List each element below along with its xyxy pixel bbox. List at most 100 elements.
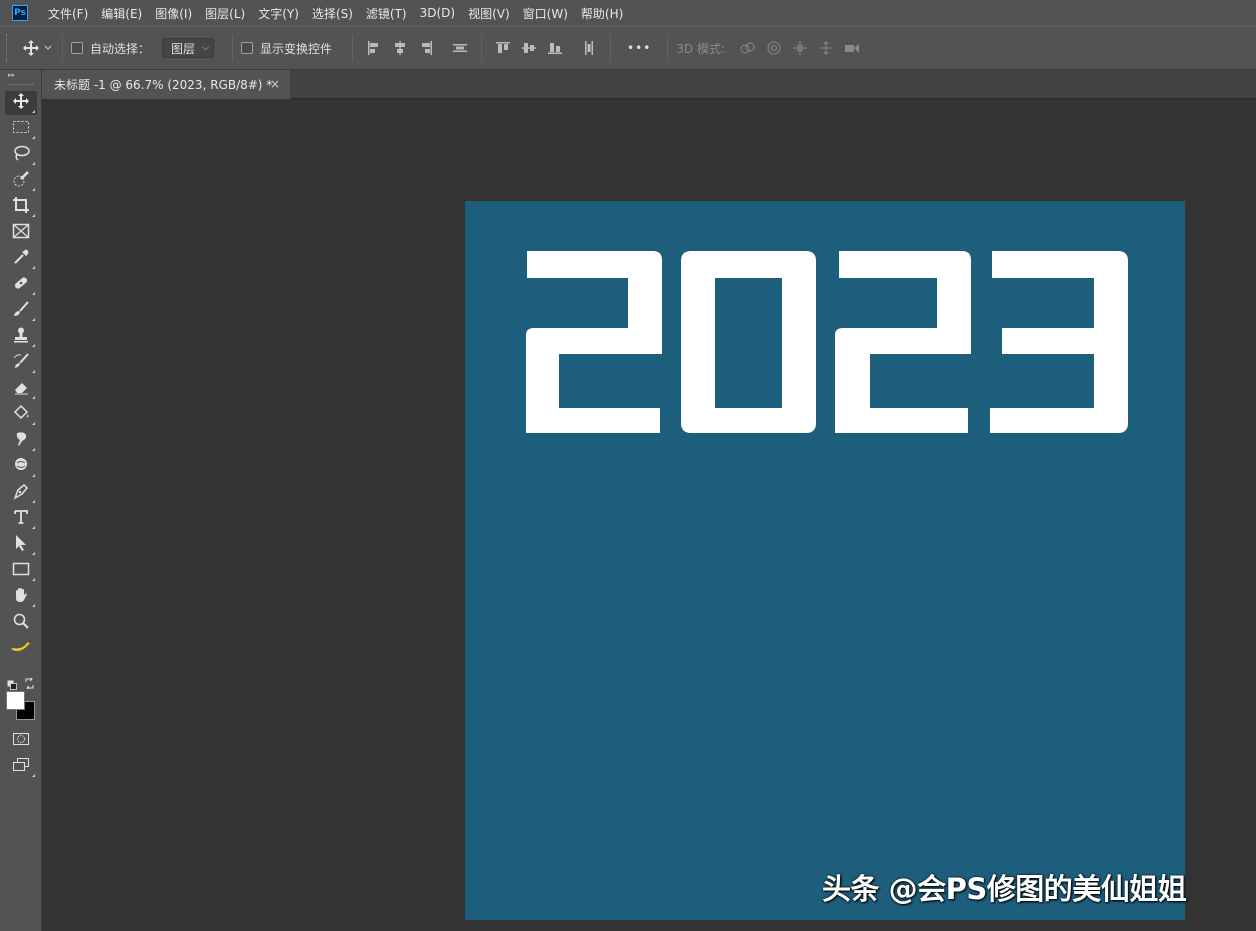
quick-select-icon [12,170,30,192]
healing-icon [12,274,30,296]
menu-layer[interactable]: 图层(L) [205,5,245,22]
canvas-workspace[interactable] [42,99,1256,931]
3d-pan-icon[interactable] [787,37,813,59]
pen-icon [12,482,30,504]
auto-select-label: 自动选择： [90,41,151,56]
dodge-tool[interactable] [5,455,37,479]
crop-icon [12,196,30,218]
menu-select[interactable]: 选择(S) [312,5,353,22]
divider [352,35,354,61]
document-tab-bar: 未标题 -1 @ 66.7% (2023, RGB/8#) * × [42,70,1256,99]
move-tool-preset-icon[interactable] [20,37,42,59]
brush-tool[interactable] [5,299,37,323]
healing-tool[interactable] [5,273,37,297]
menu-3d[interactable]: 3D(D) [420,6,455,20]
quick-mask-button[interactable] [5,729,37,753]
divider [481,35,483,61]
digit-2-second [835,251,971,433]
distribute-vertical-icon[interactable] [447,37,473,59]
align-left-icon[interactable] [361,37,387,59]
3d-roll-icon[interactable] [761,37,787,59]
zoom-icon [12,612,30,634]
canvas-artwork [526,251,1128,433]
eyedropper-tool[interactable] [5,247,37,271]
menu-filter[interactable]: 滤镜(T) [366,5,407,22]
digit-2-first [526,251,662,433]
menu-view[interactable]: 视图(V) [468,5,510,22]
3d-slide-icon[interactable] [813,37,839,59]
menu-window[interactable]: 窗口(W) [523,5,568,22]
align-right-icon[interactable] [413,37,439,59]
collapse-panel-icon[interactable]: ▸▸ [0,70,41,82]
divider [62,35,63,61]
hand-icon [12,586,30,608]
tools-grip[interactable] [8,84,33,87]
swap-colors-icon[interactable] [24,674,35,693]
align-hcenter-icon[interactable] [387,37,413,59]
3d-scale-icon[interactable] [839,37,865,59]
stamp-icon [12,326,30,348]
lasso-icon [12,144,30,166]
screen-mode-button[interactable] [5,755,37,779]
digit-0 [681,251,816,433]
marquee-icon [12,120,30,138]
menu-file[interactable]: 文件(F) [48,5,88,22]
smudge-icon [12,430,30,452]
align-bottom-icon[interactable] [542,37,568,59]
lasso-tool[interactable] [5,143,37,167]
frame-icon [12,223,30,243]
foreground-color-swatch[interactable] [6,691,25,710]
quick-mask-icon [12,732,30,750]
path-select-tool[interactable] [5,533,37,557]
paint-bucket-icon [12,404,30,426]
more-options-button[interactable]: ••• [627,41,651,55]
menu-bar: Ps 文件(F) 编辑(E) 图像(I) 图层(L) 文字(Y) 选择(S) 滤… [0,0,1256,26]
document-canvas[interactable] [465,201,1185,920]
move-tool[interactable] [5,91,37,115]
tools-panel: ▸▸ [0,70,42,931]
auto-select-value: 图层 [171,41,196,56]
pen-tool[interactable] [5,481,37,505]
smudge-tool[interactable] [5,429,37,453]
menu-image[interactable]: 图像(I) [155,5,192,22]
menu-type[interactable]: 文字(Y) [258,5,299,22]
eyedropper-icon [12,248,30,270]
crop-tool[interactable] [5,195,37,219]
auto-select-checkbox[interactable] [71,42,83,54]
menu-edit[interactable]: 编辑(E) [101,5,142,22]
rectangle-icon [12,562,30,580]
path-select-icon [13,534,29,556]
quick-select-tool[interactable] [5,169,37,193]
frame-tool[interactable] [5,221,37,245]
stamp-tool[interactable] [5,325,37,349]
type-tool[interactable] [5,507,37,531]
paint-bucket-tool[interactable] [5,403,37,427]
eraser-tool[interactable] [5,377,37,401]
3d-mode-label: 3D 模式: [676,41,726,56]
history-brush-tool[interactable] [5,351,37,375]
type-icon [13,509,29,529]
distribute-horizontal-icon[interactable] [576,37,602,59]
align-vcenter-icon[interactable] [516,37,542,59]
eraser-icon [12,378,30,400]
divider [667,35,669,61]
chevron-down-icon[interactable] [42,37,54,59]
screen-mode-icon [12,757,30,777]
options-grip[interactable] [6,34,10,62]
close-icon[interactable]: × [270,77,280,91]
show-transform-checkbox[interactable] [241,42,254,54]
document-tab[interactable]: 未标题 -1 @ 66.7% (2023, RGB/8#) * × [42,70,290,99]
zoom-tool[interactable] [5,611,37,635]
banana-tool[interactable] [5,637,37,661]
move-icon [12,92,30,114]
hand-tool[interactable] [5,585,37,609]
photoshop-logo: Ps [12,5,28,21]
document-tab-title: 未标题 -1 @ 66.7% (2023, RGB/8#) * [54,78,273,92]
auto-select-dropdown[interactable]: 图层 ⌵ [162,38,215,58]
3d-orbit-icon[interactable] [735,37,761,59]
menu-help[interactable]: 帮助(H) [581,5,623,22]
rectangle-tool[interactable] [5,559,37,583]
align-top-icon[interactable] [490,37,516,59]
history-brush-icon [12,352,30,374]
marquee-tool[interactable] [5,117,37,141]
